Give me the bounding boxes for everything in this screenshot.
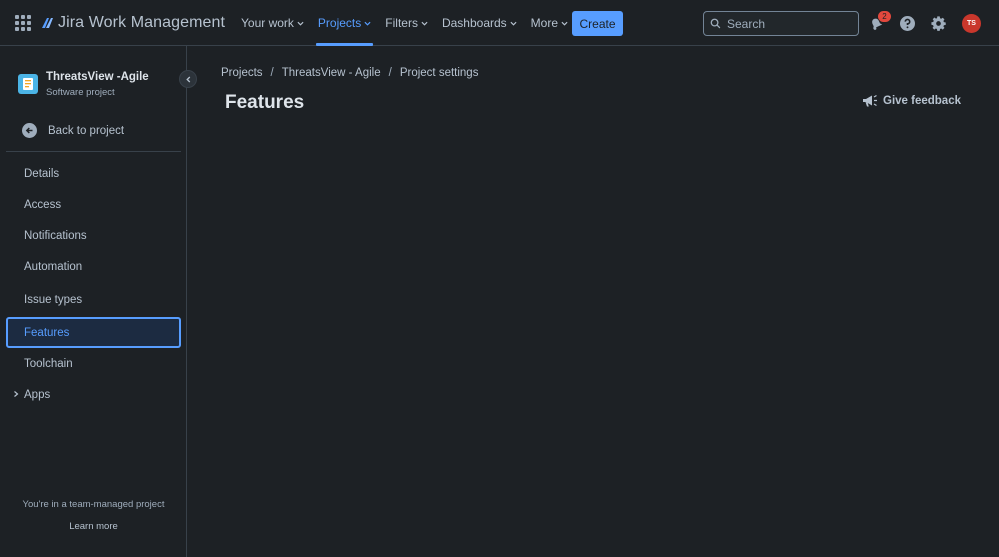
team-managed-note: You're in a team-managed project	[22, 499, 165, 510]
product-name: Jira Work Management	[58, 14, 226, 31]
nav-filters-label: Filters	[385, 16, 418, 30]
search-icon	[710, 18, 721, 29]
nav-your-work-label: Your work	[241, 16, 294, 30]
breadcrumb-project[interactable]: ThreatsView - Agile	[282, 67, 381, 79]
notification-count-badge: 2	[878, 11, 891, 22]
sidebar-item-toolchain[interactable]: Toolchain	[6, 348, 181, 379]
sidebar-item-apps-label: Apps	[24, 388, 51, 401]
page-title: Features	[225, 92, 305, 113]
sidebar-item-apps[interactable]: Apps	[6, 379, 181, 410]
chevron-down-icon	[561, 21, 568, 26]
sidebar-item-automation[interactable]: Automation	[6, 251, 181, 282]
top-navigation: Jira Work Management Your work Projects …	[0, 0, 999, 46]
sidebar-item-features[interactable]: Features	[6, 317, 181, 348]
chevron-left-icon	[185, 76, 190, 82]
app-switcher-icon[interactable]	[12, 12, 34, 34]
learn-more-link[interactable]: Learn more	[0, 521, 187, 532]
give-feedback-button[interactable]: Give feedback	[862, 94, 961, 108]
breadcrumb-separator: /	[270, 67, 274, 79]
project-icon	[23, 78, 33, 90]
chevron-down-icon	[510, 21, 517, 26]
sidebar-item-details[interactable]: Details	[6, 158, 181, 189]
settings-icon	[930, 15, 946, 31]
help-button[interactable]	[896, 12, 918, 34]
nav-your-work[interactable]: Your work	[234, 0, 311, 46]
nav-more[interactable]: More	[524, 0, 575, 46]
arrow-left-icon	[22, 123, 37, 138]
collapse-sidebar-button[interactable]	[179, 70, 197, 88]
nav-projects-label: Projects	[317, 16, 362, 30]
breadcrumb: Projects / ThreatsView - Agile / Project…	[221, 67, 478, 79]
primary-nav: Your work Projects Filters Dashboards Mo…	[234, 0, 575, 46]
user-avatar[interactable]: TS	[962, 14, 981, 33]
chevron-right-icon	[14, 391, 19, 397]
search-box[interactable]	[703, 11, 859, 36]
nav-more-label: More	[530, 16, 559, 30]
nav-projects[interactable]: Projects	[311, 0, 378, 46]
chevron-down-icon	[297, 21, 304, 26]
sidebar-item-notifications[interactable]: Notifications	[6, 220, 181, 251]
product-logo[interactable]: Jira Work Management	[40, 13, 225, 33]
megaphone-icon	[863, 94, 877, 107]
project-sidebar: ThreatsView -Agile Software project Back…	[0, 46, 187, 557]
sidebar-item-issue-types[interactable]: Issue types	[6, 284, 181, 315]
chevron-down-icon	[421, 21, 428, 26]
sidebar-item-access[interactable]: Access	[6, 189, 181, 220]
project-type: Software project	[46, 87, 115, 98]
sidebar-divider	[6, 151, 181, 152]
breadcrumb-projects[interactable]: Projects	[221, 67, 263, 79]
nav-filters[interactable]: Filters	[378, 0, 435, 46]
chevron-down-icon	[364, 21, 371, 26]
breadcrumb-separator: /	[388, 67, 392, 79]
settings-button[interactable]	[927, 12, 949, 34]
jira-logo-icon	[42, 18, 53, 28]
nav-dashboards-label: Dashboards	[441, 16, 507, 30]
create-button[interactable]: Create	[572, 11, 623, 36]
back-to-project-link[interactable]: Back to project	[22, 123, 124, 138]
nav-dashboards[interactable]: Dashboards	[435, 0, 524, 46]
give-feedback-label: Give feedback	[883, 95, 961, 107]
back-to-project-label: Back to project	[48, 124, 125, 137]
project-name: ThreatsView -Agile	[46, 71, 149, 83]
breadcrumb-project-settings[interactable]: Project settings	[400, 67, 479, 79]
project-avatar	[18, 74, 38, 94]
help-icon	[899, 15, 915, 31]
search-input[interactable]	[727, 16, 847, 31]
